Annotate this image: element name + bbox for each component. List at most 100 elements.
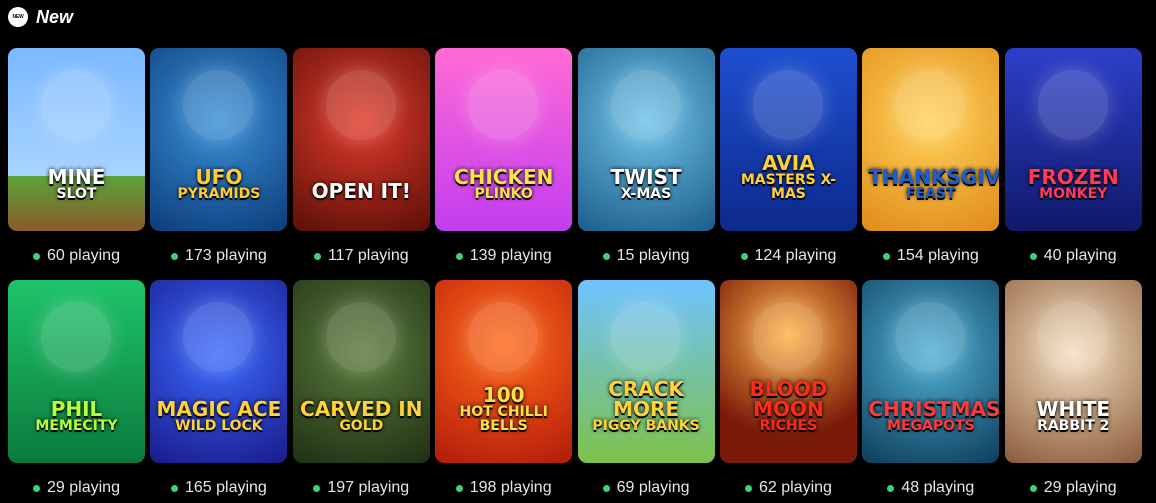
game-card[interactable]: CHRISTMAS MEGAPOTS 48 playing [862, 280, 1000, 503]
player-count-text: 197 playing [327, 479, 410, 496]
game-card[interactable]: WHITE RABBIT 2 29 playing [1004, 280, 1142, 503]
game-thumbnail[interactable]: FROZEN MONKEY [1004, 48, 1142, 231]
player-count-text: 124 playing [754, 247, 837, 264]
jester-hat-icon [183, 302, 254, 372]
game-card[interactable]: BLOOD MOON RICHES 62 playing [719, 280, 857, 503]
player-count-text: 69 playing [616, 479, 690, 496]
online-dot-icon [455, 484, 463, 492]
game-title: CHRISTMAS MEGAPOTS [862, 399, 999, 433]
game-thumbnail[interactable]: WHITE RABBIT 2 [1004, 280, 1142, 463]
game-card[interactable]: CHICKEN PLINKO 139 playing [435, 48, 573, 280]
game-title-line1: PHIL [50, 397, 103, 421]
game-thumbnail[interactable]: AVIA MASTERS X-MAS [719, 48, 857, 231]
game-thumbnail[interactable]: OPEN IT! [292, 48, 430, 231]
game-card[interactable]: AVIA MASTERS X-MAS 124 playing [719, 48, 857, 280]
christmas-tree-icon [895, 302, 966, 372]
game-title-line2: MONKEY [1039, 186, 1108, 202]
game-thumbnail[interactable]: CHRISTMAS MEGAPOTS [862, 280, 1000, 463]
game-card[interactable]: FROZEN MONKEY 40 playing [1004, 48, 1142, 280]
game-card[interactable]: UFO PYRAMIDS 173 playing [150, 48, 288, 280]
online-dot-icon [170, 252, 178, 260]
game-title-line1: OPEN IT! [311, 179, 411, 203]
monkey-icon [1037, 70, 1108, 140]
game-title: ThanksgivingFeast [862, 167, 999, 201]
game-title: MAGIC ACE Wild Lock [150, 399, 287, 433]
game-card[interactable]: CRACK MORE PIGGY BANKS 69 playing [577, 280, 715, 503]
game-card[interactable]: ThanksgivingFeast 154 playing [862, 48, 1000, 280]
game-title-line1: MINE [47, 165, 106, 189]
player-count: 48 playing [887, 479, 974, 497]
online-dot-icon [602, 484, 610, 492]
game-thumbnail[interactable]: CARVED IN GOLD [292, 280, 430, 463]
game-title-line2: PLINKO [474, 186, 533, 202]
player-count-text: 154 playing [896, 247, 979, 264]
section-title: New [36, 6, 74, 27]
roulette-wheel-icon [610, 70, 681, 140]
game-title: CRACK MORE PIGGY BANKS [578, 379, 715, 433]
player-count-text: 117 playing [327, 247, 409, 264]
online-dot-icon [33, 484, 41, 492]
player-count-text: 62 playing [758, 479, 832, 496]
game-title: 100 Hot Chilli Bells [435, 385, 572, 433]
game-thumbnail[interactable]: CHICKEN PLINKO [435, 48, 573, 231]
game-card[interactable]: CARVED IN GOLD 197 playing [292, 280, 430, 503]
aztec-mask-icon [325, 302, 396, 372]
game-title-line2: Wild Lock [175, 418, 263, 434]
game-thumbnail[interactable]: TWIST X-MAS [577, 48, 715, 231]
game-title-line1: FROZEN [1027, 165, 1119, 189]
player-count-text: 173 playing [184, 247, 267, 264]
game-title-line2: RABBIT 2 [1037, 418, 1110, 434]
game-title-line1: BLOOD MOON [749, 377, 828, 421]
game-thumbnail[interactable]: PHIL MEMECITY [8, 280, 145, 463]
player-count: 124 playing [740, 247, 837, 265]
game-card[interactable]: TWIST X-MAS 15 playing [577, 48, 715, 280]
player-count-text: 48 playing [901, 479, 975, 496]
game-thumbnail[interactable]: ThanksgivingFeast [862, 48, 1000, 231]
game-card[interactable]: PHIL MEMECITY 29 playing [8, 280, 145, 503]
player-count-text: 40 playing [1043, 247, 1117, 264]
game-title-line2: MEGAPOTS [887, 418, 975, 434]
game-title-line2: SLOT [56, 186, 97, 202]
player-count: 165 playing [170, 479, 267, 497]
online-dot-icon [1029, 484, 1037, 492]
game-thumbnail[interactable]: CRACK MORE PIGGY BANKS [577, 280, 715, 463]
player-count: 29 playing [33, 479, 120, 497]
game-thumbnail[interactable]: MAGIC ACE Wild Lock [150, 280, 288, 463]
game-card[interactable]: 100 Hot Chilli Bells 198 playing [435, 280, 573, 503]
game-thumbnail[interactable]: MINE SLOT [8, 48, 145, 231]
game-title-line1: 100 [482, 383, 525, 407]
online-dot-icon [882, 252, 890, 260]
game-thumbnail[interactable]: BLOOD MOON RICHES [719, 280, 857, 463]
game-title-line2: PYRAMIDS [177, 186, 261, 202]
player-count-text: 15 playing [616, 247, 690, 264]
alien-pharaoh-icon [183, 70, 254, 140]
game-title-line2: MASTERS X-MAS [740, 172, 837, 202]
online-dot-icon [313, 252, 321, 260]
game-title: OPEN IT! [293, 181, 430, 201]
game-title-line1: CRACK MORE [608, 377, 684, 421]
game-thumbnail[interactable]: 100 Hot Chilli Bells [435, 280, 573, 463]
game-title-line2: Hot Chilli Bells [459, 404, 548, 434]
pixel-chicken-icon [41, 70, 111, 140]
player-count: 62 playing [744, 479, 832, 497]
player-count-text: 29 playing [47, 479, 120, 496]
bell-icon [468, 302, 539, 372]
player-count: 173 playing [170, 247, 267, 265]
game-card[interactable]: MAGIC ACE Wild Lock 165 playing [150, 280, 288, 503]
game-title-line1: WHITE [1036, 397, 1110, 421]
game-title: MINE SLOT [8, 167, 145, 201]
game-title: UFO PYRAMIDS [150, 167, 287, 201]
game-card[interactable]: OPEN IT! 117 playing [292, 48, 430, 280]
vampire-icon [752, 302, 823, 372]
game-title-line2: Feast [906, 186, 956, 202]
game-thumbnail[interactable]: UFO PYRAMIDS [150, 48, 288, 231]
game-card[interactable]: MINE SLOT 60 playing [8, 48, 145, 280]
game-title-line1: Thanksgiving [868, 165, 1000, 189]
player-count-text: 60 playing [47, 247, 120, 264]
player-count-text: 139 playing [469, 247, 552, 264]
game-title-line1: CHICKEN [453, 165, 554, 189]
player-count: 29 playing [1029, 479, 1117, 497]
roast-turkey-icon [895, 70, 966, 140]
queen-icon [1037, 302, 1108, 372]
player-count-text: 29 playing [1043, 479, 1117, 496]
